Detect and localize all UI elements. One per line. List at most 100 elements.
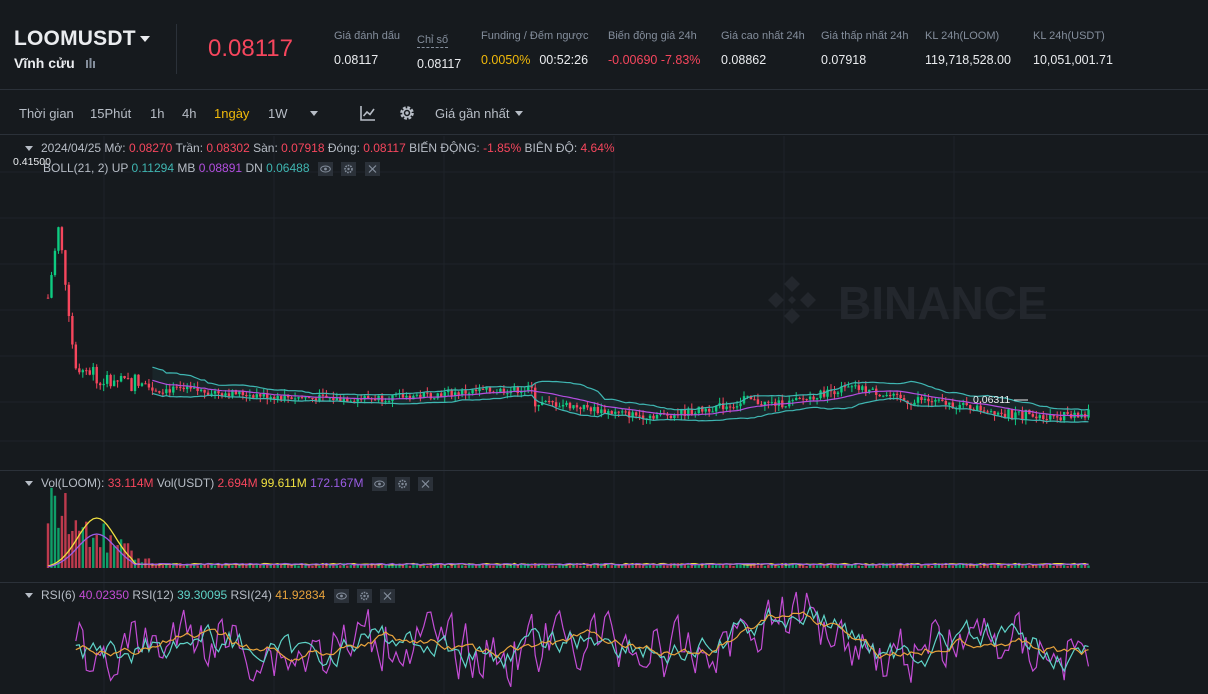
symbol-dropdown-icon[interactable] [140, 36, 150, 42]
candle-body [916, 397, 920, 403]
candle-body [1049, 415, 1052, 420]
candle-body [735, 406, 739, 408]
settings-icon[interactable] [341, 161, 357, 176]
settings-icon[interactable] [356, 588, 372, 603]
pane-separator[interactable] [0, 582, 1208, 583]
candle-body [415, 394, 419, 396]
more-intervals-icon[interactable] [310, 111, 318, 116]
candle-body [92, 366, 95, 375]
candle-body [537, 405, 540, 407]
interval-1d[interactable]: 1ngày [214, 106, 249, 121]
candle-body [112, 380, 116, 387]
eye-icon[interactable] [317, 161, 333, 176]
candle-body [979, 405, 982, 411]
candle-body [711, 411, 714, 413]
candle-body [300, 397, 304, 399]
funding-rate: 0.0050% [481, 53, 531, 67]
candle-body [422, 392, 426, 398]
candle-body [248, 395, 252, 397]
stat-index-price[interactable]: Chỉ số 0.08117 [417, 30, 461, 71]
candle-body [621, 411, 624, 413]
candle-body [419, 394, 422, 398]
candle-body [551, 401, 554, 403]
volume-bar [140, 562, 144, 568]
candle-body [137, 374, 140, 386]
candle-body [593, 406, 596, 412]
pane-separator[interactable] [0, 470, 1208, 471]
volume-bar [53, 495, 57, 568]
candle-body [217, 391, 220, 394]
close-icon[interactable] [418, 476, 434, 491]
candle-body [614, 411, 617, 414]
candle-body [725, 406, 728, 410]
candle-body [71, 316, 74, 345]
candle-body [732, 407, 735, 409]
candle-body [1031, 414, 1035, 417]
contract-info-icon[interactable] [86, 58, 95, 68]
candle-body [920, 397, 923, 401]
volume-bar [488, 565, 492, 568]
candle-body [582, 404, 586, 410]
candle-body [888, 395, 892, 397]
candle-body [311, 397, 314, 399]
price-type-caret-icon[interactable] [515, 111, 523, 116]
time-label[interactable]: Thời gian [19, 106, 74, 121]
candle-body [60, 227, 64, 251]
candle-body [50, 275, 53, 298]
volume-bar [829, 564, 833, 568]
candle-body [923, 398, 927, 401]
close-icon[interactable] [380, 588, 396, 603]
candle-body [864, 386, 867, 393]
volume-bar [826, 565, 829, 568]
candle-body [989, 411, 993, 413]
boll-mb-value: 0.08891 [198, 161, 243, 175]
candle-body [892, 393, 895, 396]
collapse-caret-icon[interactable] [25, 593, 33, 599]
volume-bar [840, 565, 843, 568]
volume-bar [916, 565, 920, 568]
candle-body [95, 366, 98, 384]
volume-bar [718, 565, 721, 568]
volume-bar [161, 564, 165, 568]
eye-icon[interactable] [333, 588, 349, 603]
candle-body [899, 394, 902, 399]
candle-body [179, 386, 182, 388]
collapse-caret-icon[interactable] [25, 481, 33, 487]
high-value: 0.08302 [206, 141, 250, 155]
candle-body [819, 390, 822, 399]
kline-chart[interactable]: BINANCE 0.41500 0.06311 2024/04/25 Mở: 0… [0, 136, 1208, 694]
interval-4h[interactable]: 4h [182, 106, 196, 121]
volume-bar [60, 515, 64, 568]
stat-value: 119,718,528.00 [925, 53, 1011, 67]
volume-bar [102, 523, 105, 568]
interval-1w[interactable]: 1W [268, 106, 288, 121]
chart-canvas[interactable]: BINANCE [0, 136, 1208, 694]
chart-type-icon[interactable] [359, 104, 377, 122]
volume-bar [380, 565, 384, 568]
candle-body [704, 408, 707, 412]
gear-icon[interactable] [398, 104, 416, 122]
volume-bar [447, 565, 450, 568]
interval-15m[interactable]: 15Phút [90, 106, 131, 121]
volume-bar [979, 565, 982, 568]
interval-1h[interactable]: 1h [150, 106, 164, 121]
stat-value: 0.07918 [821, 53, 867, 67]
candle-body [506, 393, 509, 395]
last-price: 0.08117 [208, 35, 293, 62]
stat-funding: Funding / Đếm ngược 0.0050% 00:52:26 [481, 30, 589, 67]
symbol-name[interactable]: LOOMUSDT [14, 27, 136, 51]
volume-bar [92, 537, 95, 568]
close-icon[interactable] [364, 161, 380, 176]
candle-body [589, 407, 593, 412]
candle-body [1087, 409, 1090, 418]
volume-bar [46, 523, 50, 568]
candle-body [815, 398, 819, 400]
candle-body [739, 403, 742, 407]
candle-body [600, 409, 603, 414]
collapse-caret-icon[interactable] [25, 146, 33, 152]
candle-body [182, 387, 185, 390]
price-type-select[interactable]: Giá gần nhất [435, 106, 509, 121]
stat-24h-change: Biến động giá 24h -0.00690 -7.83% [608, 30, 700, 67]
settings-icon[interactable] [395, 476, 411, 491]
eye-icon[interactable] [371, 476, 387, 491]
